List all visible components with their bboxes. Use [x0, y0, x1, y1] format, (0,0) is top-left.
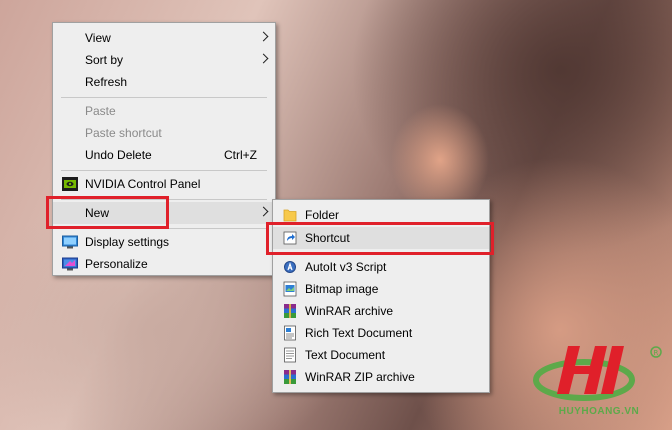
menu-item-label: Display settings — [85, 235, 170, 249]
logo-mark: R — [533, 346, 662, 401]
submenu-item-label: WinRAR ZIP archive — [305, 370, 415, 384]
folder-icon — [283, 209, 297, 222]
bitmap-icon — [283, 281, 297, 297]
menu-item-label: Undo Delete — [85, 148, 152, 162]
menu-item-refresh[interactable]: Refresh — [53, 71, 275, 93]
watermark-site: HUYHOANG.VN — [558, 406, 640, 417]
text-document-icon — [284, 347, 296, 363]
new-highlight-box — [46, 196, 169, 229]
menu-item-paste: Paste — [53, 100, 275, 122]
menu-item-label: Personalize — [85, 257, 148, 271]
submenu-item-autoit-script[interactable]: AutoIt v3 Script — [273, 256, 489, 278]
submenu-item-winrar-zip-archive[interactable]: WinRAR ZIP archive — [273, 366, 489, 388]
chevron-right-icon — [258, 206, 269, 217]
menu-separator — [61, 97, 267, 98]
menu-item-display-settings[interactable]: Display settings — [53, 231, 275, 253]
menu-item-label: Sort by — [85, 53, 124, 67]
chevron-right-icon — [258, 31, 269, 42]
menu-item-undo-delete[interactable]: Undo Delete Ctrl+Z — [53, 144, 275, 166]
keyboard-shortcut: Ctrl+Z — [224, 148, 257, 162]
winrar-zip-icon — [284, 370, 296, 384]
huyhoang-logo: R HUYHOANG.VN — [532, 336, 666, 417]
submenu-item-label: Text Document — [305, 348, 386, 362]
submenu-item-winrar-archive[interactable]: WinRAR archive — [273, 300, 489, 322]
submenu-item-bitmap-image[interactable]: Bitmap image — [273, 278, 489, 300]
svg-text:R: R — [654, 349, 659, 357]
submenu-item-label: Bitmap image — [305, 282, 379, 296]
menu-item-label: Paste — [85, 104, 116, 118]
autoit-icon — [284, 261, 296, 273]
menu-item-view[interactable]: View — [53, 27, 275, 49]
submenu-item-label: Rich Text Document — [305, 326, 413, 340]
menu-item-label: Paste shortcut — [85, 126, 162, 140]
winrar-icon — [284, 304, 296, 318]
menu-item-personalize[interactable]: Personalize — [53, 253, 275, 275]
menu-item-label: NVIDIA Control Panel — [85, 177, 201, 191]
menu-item-sort-by[interactable]: Sort by — [53, 49, 275, 71]
menu-item-nvidia-control-panel[interactable]: NVIDIA Control Panel — [53, 173, 275, 195]
rtf-icon — [284, 325, 296, 341]
desktop-context-menu: View Sort by Refresh Paste Paste shortcu… — [52, 22, 276, 276]
chevron-right-icon — [258, 53, 269, 64]
shortcut-highlight-box — [266, 222, 494, 255]
menu-item-label: Refresh — [85, 75, 128, 89]
submenu-item-label: AutoIt v3 Script — [305, 260, 387, 274]
submenu-item-label: WinRAR archive — [305, 304, 394, 318]
menu-separator — [61, 170, 267, 171]
display-icon — [62, 235, 78, 249]
submenu-item-text-document[interactable]: Text Document — [273, 344, 489, 366]
menu-item-paste-shortcut: Paste shortcut — [53, 122, 275, 144]
menu-item-label: View — [85, 31, 111, 45]
submenu-item-rich-text-document[interactable]: Rich Text Document — [273, 322, 489, 344]
personalize-icon — [62, 257, 78, 271]
nvidia-icon — [62, 177, 78, 191]
